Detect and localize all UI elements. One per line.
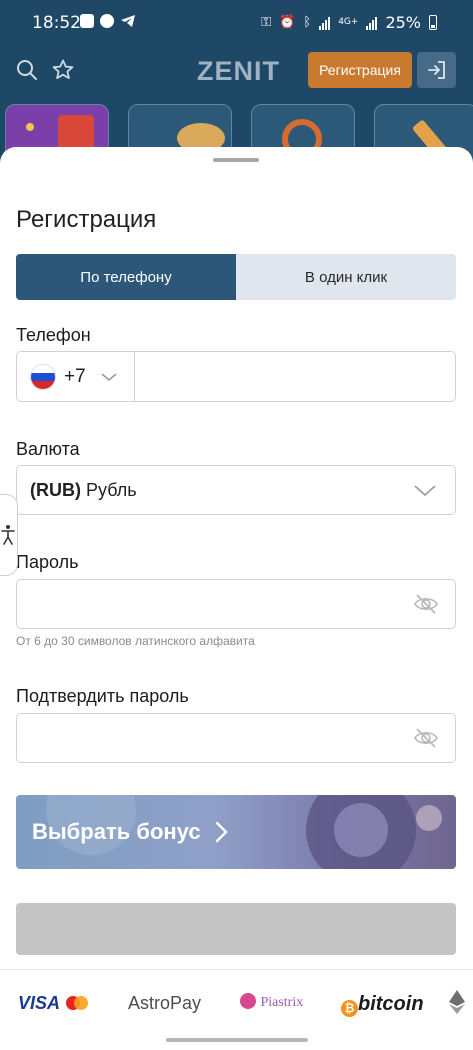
eye-off-icon[interactable]	[413, 726, 439, 750]
password-label: Пароль	[16, 552, 79, 572]
sheet-drag-handle[interactable]	[213, 158, 259, 162]
chip-icon	[416, 805, 442, 831]
russia-flag-icon	[30, 363, 56, 390]
password-hint: От 6 до 30 символов латинского алфавита	[16, 634, 255, 648]
logo[interactable]: ZENIT	[197, 56, 280, 87]
registration-tabs: По телефону В один клик	[16, 254, 456, 300]
country-code-select[interactable]: +7	[17, 352, 135, 401]
phone-field: +7	[16, 351, 456, 402]
confirm-password-label: Подтвердить пароль	[16, 686, 189, 706]
confirm-password-input[interactable]	[17, 714, 397, 762]
submit-button[interactable]	[16, 903, 456, 955]
currency-select[interactable]: (RUB) Рубль	[16, 465, 456, 515]
gift-icon	[58, 115, 94, 151]
star-icon[interactable]	[51, 58, 75, 82]
login-icon	[427, 61, 445, 79]
chevron-right-icon	[215, 821, 228, 843]
currency-label: Валюта	[16, 439, 80, 459]
phone-label: Телефон	[16, 325, 91, 345]
astropay-logo: AstroPay	[128, 993, 202, 1013]
ethereum-icon	[448, 989, 466, 1020]
alarm-icon: ⏰	[279, 15, 296, 30]
sparkle-icon	[26, 123, 34, 131]
currency-code: (RUB)	[30, 479, 81, 500]
chevron-down-icon	[101, 372, 117, 381]
battery-icon	[429, 15, 437, 30]
divider	[0, 969, 473, 970]
accessibility-button[interactable]	[0, 494, 18, 576]
roulette-center-icon	[334, 803, 388, 857]
page-title: Регистрация	[16, 206, 157, 233]
confirm-password-field	[16, 713, 456, 763]
signal-icon-2	[366, 16, 378, 30]
gallery-icon	[80, 14, 94, 28]
password-input[interactable]	[17, 580, 397, 628]
currency-name: Рубль	[86, 479, 137, 500]
bitcoin-logo: ₿ bitcoin	[341, 993, 424, 1017]
registration-sheet: Регистрация По телефону В один клик Теле…	[0, 147, 473, 1050]
status-bar: 18:52 ⚿ ⏰ ᛒ 4G+ 25%	[0, 0, 473, 46]
chevron-down-icon	[414, 485, 436, 497]
home-indicator[interactable]	[166, 1038, 308, 1042]
login-button[interactable]	[417, 52, 456, 88]
key-icon: ⚿	[261, 15, 272, 30]
bonus-label: Выбрать бонус	[32, 819, 201, 844]
payment-methods: VISA AstroPay Piastrix ₿ bitcoin	[0, 985, 473, 1025]
signal-icon	[319, 16, 331, 30]
tab-one-click[interactable]: В один клик	[236, 254, 456, 300]
bluetooth-icon: ᛒ	[303, 15, 312, 30]
telegram-icon	[120, 14, 136, 28]
register-button[interactable]: Регистрация	[308, 52, 412, 88]
status-time: 18:52	[32, 13, 81, 33]
app-notification-icon	[100, 14, 114, 28]
visa-mastercard-logo: VISA	[18, 993, 89, 1014]
piastrix-logo: Piastrix	[240, 993, 303, 1011]
phone-input[interactable]	[135, 352, 455, 401]
tab-by-phone[interactable]: По телефону	[16, 254, 236, 300]
password-field	[16, 579, 456, 629]
network-type: 4G+	[338, 17, 359, 27]
eye-off-icon[interactable]	[413, 592, 439, 616]
choose-bonus-button[interactable]: Выбрать бонус	[16, 795, 456, 869]
accessibility-icon	[0, 525, 15, 545]
notification-icons	[80, 14, 136, 28]
system-icons: ⚿ ⏰ ᛒ 4G+ 25%	[261, 13, 437, 32]
battery-percent: 25%	[385, 13, 421, 32]
search-icon[interactable]	[15, 58, 39, 82]
country-code: +7	[64, 365, 86, 387]
